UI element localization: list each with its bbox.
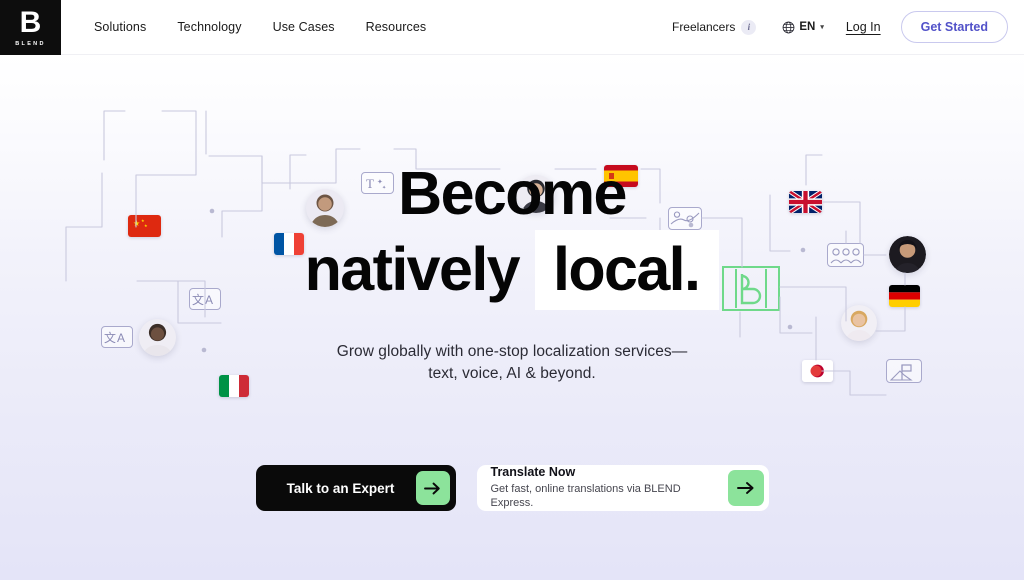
- logo-letter: B: [19, 5, 42, 39]
- hero-content: Become natively local. Grow globally wit…: [0, 55, 1024, 580]
- hero-subheading: Grow globally with one-stop localization…: [337, 341, 688, 386]
- subheading-line-2: text, voice, AI & beyond.: [428, 365, 596, 383]
- logo-wordmark: BLEND: [15, 40, 46, 47]
- header-actions: Freelancers i EN ▾ Log In Get Started: [672, 11, 1024, 43]
- freelancers-link[interactable]: Freelancers i: [671, 19, 757, 35]
- headline-plain: natively: [304, 234, 521, 303]
- language-selector[interactable]: EN ▾: [782, 21, 824, 34]
- page-title: Become natively local.: [304, 159, 720, 310]
- page-root: B BLEND Solutions Technology Use Cases R…: [0, 0, 1024, 580]
- globe-icon: [782, 21, 795, 33]
- info-icon[interactable]: i: [741, 19, 757, 35]
- freelancers-label: Freelancers: [671, 20, 736, 34]
- chevron-down-icon: ▾: [820, 24, 824, 31]
- blend-logo[interactable]: B BLEND: [0, 0, 61, 55]
- nav-item-use-cases[interactable]: Use Cases: [273, 20, 335, 34]
- primary-navigation: Solutions Technology Use Cases Resources: [94, 20, 426, 34]
- language-code: EN: [799, 21, 816, 33]
- headline-line-1: Become: [398, 159, 627, 227]
- hero-section: ★ ★ ★ T ✦ ✦ 文 A 文 A Become natively loca…: [0, 55, 1024, 580]
- nav-item-technology[interactable]: Technology: [177, 20, 241, 34]
- login-link[interactable]: Log In: [846, 20, 881, 34]
- headline-highlight: local.: [535, 229, 720, 310]
- nav-item-solutions[interactable]: Solutions: [94, 20, 146, 34]
- nav-item-resources[interactable]: Resources: [366, 20, 427, 34]
- site-header: B BLEND Solutions Technology Use Cases R…: [0, 0, 1024, 55]
- subheading-line-1: Grow globally with one-stop localization…: [336, 342, 688, 360]
- headline-line-2: natively local.: [304, 229, 720, 310]
- get-started-button[interactable]: Get Started: [900, 11, 1008, 43]
